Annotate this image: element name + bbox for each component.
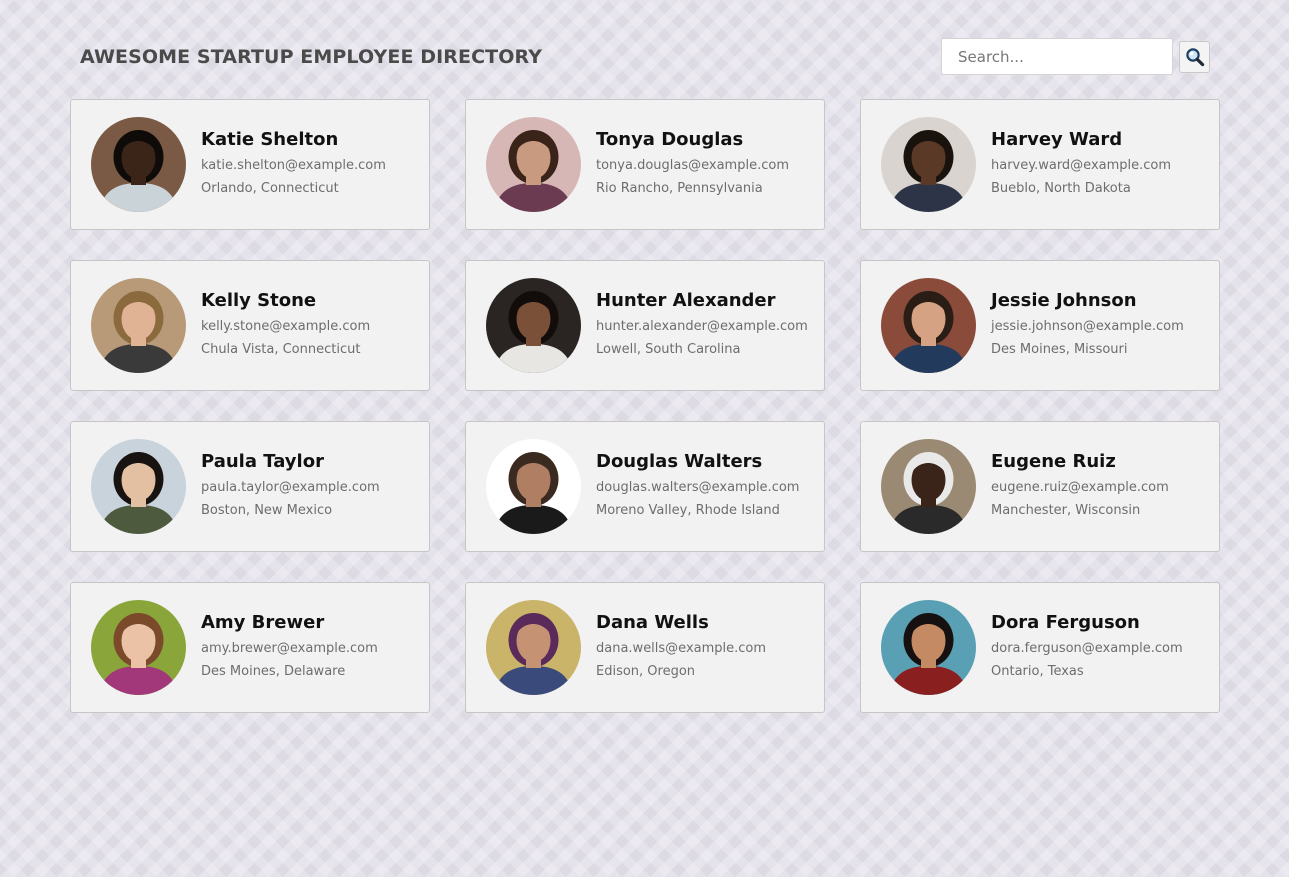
employee-gallery: Katie Shelton katie.shelton@example.com …	[70, 99, 1220, 713]
employee-location: Moreno Valley, Rhode Island	[596, 502, 780, 518]
employee-email: kelly.stone@example.com	[201, 318, 371, 334]
employee-card[interactable]: Paula Taylor paula.taylor@example.com Bo…	[70, 421, 430, 552]
employee-info: Paula Taylor paula.taylor@example.com Bo…	[201, 451, 380, 519]
employee-email: douglas.walters@example.com	[596, 479, 800, 495]
employee-email: paula.taylor@example.com	[201, 479, 380, 495]
employee-info: Dora Ferguson dora.ferguson@example.com …	[991, 612, 1183, 680]
employee-location: Des Moines, Missouri	[991, 341, 1128, 357]
employee-avatar	[881, 117, 976, 212]
employee-avatar	[486, 600, 581, 695]
employee-info: Tonya Douglas tonya.douglas@example.com …	[596, 129, 789, 197]
employee-card[interactable]: Tonya Douglas tonya.douglas@example.com …	[465, 99, 825, 230]
employee-card[interactable]: Jessie Johnson jessie.johnson@example.co…	[860, 260, 1220, 391]
employee-avatar	[881, 278, 976, 373]
employee-location: Bueblo, North Dakota	[991, 180, 1131, 196]
employee-email: eugene.ruiz@example.com	[991, 479, 1169, 495]
employee-email: tonya.douglas@example.com	[596, 157, 789, 173]
employee-info: Jessie Johnson jessie.johnson@example.co…	[991, 290, 1184, 358]
employee-info: Eugene Ruiz eugene.ruiz@example.com Manc…	[991, 451, 1169, 519]
employee-name: Paula Taylor	[201, 450, 324, 472]
search-form	[941, 38, 1210, 75]
employee-card[interactable]: Dora Ferguson dora.ferguson@example.com …	[860, 582, 1220, 713]
employee-info: Katie Shelton katie.shelton@example.com …	[201, 129, 386, 197]
employee-location: Ontario, Texas	[991, 663, 1084, 679]
employee-info: Kelly Stone kelly.stone@example.com Chul…	[201, 290, 370, 358]
employee-email: harvey.ward@example.com	[991, 157, 1172, 173]
employee-name: Kelly Stone	[201, 289, 317, 311]
employee-name: Dana Wells	[596, 611, 709, 633]
employee-avatar	[486, 278, 581, 373]
search-input[interactable]	[941, 38, 1173, 75]
employee-card[interactable]: Harvey Ward harvey.ward@example.com Bueb…	[860, 99, 1220, 230]
employee-name: Dora Ferguson	[991, 611, 1140, 633]
search-button[interactable]	[1179, 40, 1210, 73]
employee-email: jessie.johnson@example.com	[991, 318, 1184, 334]
employee-location: Manchester, Wisconsin	[991, 502, 1141, 518]
employee-name: Amy Brewer	[201, 611, 325, 633]
employee-avatar	[91, 439, 186, 534]
employee-name: Eugene Ruiz	[991, 450, 1116, 472]
employee-email: amy.brewer@example.com	[201, 640, 378, 656]
employee-card[interactable]: Hunter Alexander hunter.alexander@exampl…	[465, 260, 825, 391]
employee-email: dora.ferguson@example.com	[991, 640, 1183, 656]
employee-avatar	[881, 600, 976, 695]
employee-card[interactable]: Dana Wells dana.wells@example.com Edison…	[465, 582, 825, 713]
employee-avatar	[91, 600, 186, 695]
employee-avatar	[91, 117, 186, 212]
employee-card[interactable]: Kelly Stone kelly.stone@example.com Chul…	[70, 260, 430, 391]
employee-location: Orlando, Connecticut	[201, 180, 339, 196]
employee-card[interactable]: Katie Shelton katie.shelton@example.com …	[70, 99, 430, 230]
employee-card[interactable]: Douglas Walters douglas.walters@example.…	[465, 421, 825, 552]
employee-name: Harvey Ward	[991, 128, 1123, 150]
employee-card[interactable]: Amy Brewer amy.brewer@example.com Des Mo…	[70, 582, 430, 713]
employee-info: Dana Wells dana.wells@example.com Edison…	[596, 612, 766, 680]
employee-location: Boston, New Mexico	[201, 502, 333, 518]
employee-info: Harvey Ward harvey.ward@example.com Bueb…	[991, 129, 1171, 197]
employee-name: Katie Shelton	[201, 128, 339, 150]
employee-location: Des Moines, Delaware	[201, 663, 346, 679]
employee-location: Edison, Oregon	[596, 663, 696, 679]
employee-info: Amy Brewer amy.brewer@example.com Des Mo…	[201, 612, 378, 680]
employee-email: katie.shelton@example.com	[201, 157, 386, 173]
employee-info: Hunter Alexander hunter.alexander@exampl…	[596, 290, 808, 358]
magnifier-icon	[1185, 47, 1204, 66]
employee-card[interactable]: Eugene Ruiz eugene.ruiz@example.com Manc…	[860, 421, 1220, 552]
employee-email: dana.wells@example.com	[596, 640, 767, 656]
employee-location: Rio Rancho, Pennsylvania	[596, 180, 763, 196]
page-title: AWESOME STARTUP EMPLOYEE DIRECTORY	[80, 46, 543, 68]
employee-avatar	[486, 117, 581, 212]
employee-name: Douglas Walters	[596, 450, 763, 472]
employee-info: Douglas Walters douglas.walters@example.…	[596, 451, 799, 519]
employee-name: Hunter Alexander	[596, 289, 776, 311]
employee-email: hunter.alexander@example.com	[596, 318, 808, 334]
employee-avatar	[91, 278, 186, 373]
employee-avatar	[486, 439, 581, 534]
employee-location: Lowell, South Carolina	[596, 341, 741, 357]
employee-name: Jessie Johnson	[991, 289, 1137, 311]
employee-location: Chula Vista, Connecticut	[201, 341, 361, 357]
employee-avatar	[881, 439, 976, 534]
employee-name: Tonya Douglas	[596, 128, 744, 150]
